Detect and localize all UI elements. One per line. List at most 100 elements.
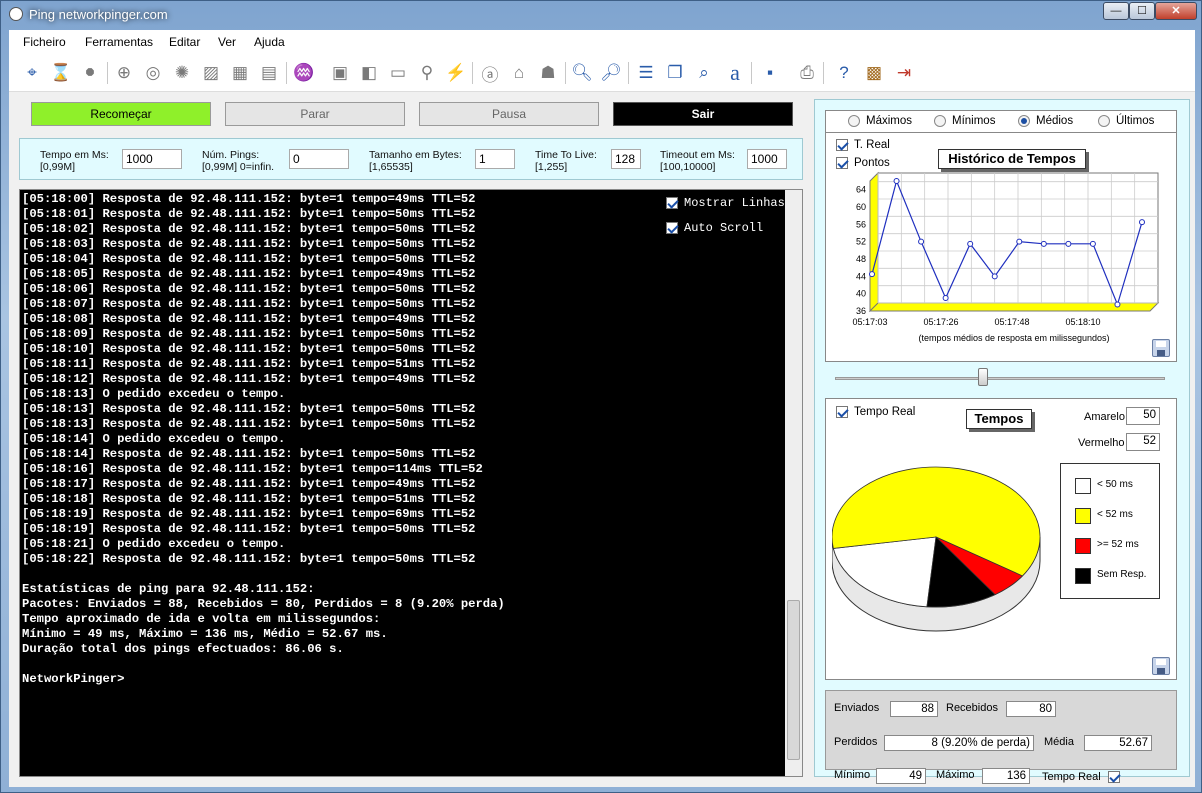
menu-editar[interactable]: Editar — [169, 35, 200, 49]
exit-icon[interactable]: ⇥ — [891, 60, 917, 86]
menu-ajuda[interactable]: Ajuda — [254, 35, 285, 49]
console-line: [05:18:06] Resposta de 92.48.111.152: by… — [22, 282, 476, 296]
aggregation-radios: Máximos Mínimos Médios Últimos — [826, 111, 1176, 133]
save-chart-icon[interactable] — [1152, 339, 1170, 357]
amazon-icon[interactable]: ⓐ — [477, 60, 503, 86]
www-icon[interactable]: ✺ — [169, 60, 195, 86]
camera-icon[interactable]: ◧ — [356, 60, 382, 86]
menu-ferramentas[interactable]: Ferramentas — [85, 35, 153, 49]
radio-minimos[interactable]: Mínimos — [934, 115, 995, 127]
console-line: [05:18:17] Resposta de 92.48.111.152: by… — [22, 477, 476, 491]
pie-legend: < 50 ms < 52 ms >= 52 ms Sem Resp. — [1060, 463, 1160, 599]
points-checkbox[interactable]: Pontos — [836, 157, 890, 169]
amarelo-input[interactable]: 50 — [1126, 407, 1160, 425]
save-icon[interactable]: ▪ — [757, 60, 783, 86]
y-tick-label: 64 — [856, 185, 866, 195]
legend-swatch-white — [1075, 478, 1091, 494]
interval-label: Tempo em Ms: [0,99M] — [40, 149, 109, 173]
title-bar: Ping networkpinger.com — ☐ ✕ — [1, 1, 1201, 29]
help-icon[interactable]: ? — [831, 60, 857, 86]
tempos-pie-chart — [832, 466, 1041, 632]
console-line: [05:18:13] Resposta de 92.48.111.152: by… — [22, 402, 476, 416]
app-window: Ping networkpinger.com — ☐ ✕ Ficheiro Fe… — [0, 0, 1202, 793]
wmi-icon[interactable]: ▤ — [256, 60, 282, 86]
legend-item: >= 52 ms — [1097, 539, 1139, 550]
y-tick-label: 56 — [856, 219, 866, 229]
menu-ver[interactable]: Ver — [218, 35, 236, 49]
copy-icon[interactable]: ❐ — [662, 60, 688, 86]
history-slider[interactable] — [825, 362, 1177, 392]
data-point — [942, 295, 949, 301]
stop-button[interactable]: Parar — [225, 102, 405, 126]
zoom-out-icon[interactable]: 🔎︎ — [598, 60, 624, 86]
data-point — [967, 240, 974, 247]
pause-button[interactable]: Pausa — [419, 102, 599, 126]
minimize-button[interactable]: — — [1103, 2, 1129, 20]
save-pie-icon[interactable] — [1152, 657, 1170, 675]
console-output[interactable]: [05:18:00] Resposta de 92.48.111.152: by… — [19, 189, 803, 777]
data-point — [1065, 240, 1072, 247]
list-icon[interactable]: ☰ — [633, 60, 659, 86]
find-icon[interactable]: ⌕ — [691, 60, 717, 86]
tempo-real-checkbox[interactable]: Tempo Real — [836, 406, 915, 418]
console-line: [05:18:22] Resposta de 92.48.111.152: by… — [22, 552, 476, 566]
close-button[interactable]: ✕ — [1155, 2, 1197, 20]
bank-icon[interactable]: ⌂ — [506, 60, 532, 86]
zoom-in-icon[interactable]: 🔍︎ — [569, 60, 595, 86]
slider-thumb[interactable] — [978, 368, 988, 386]
exit-button[interactable]: Sair — [613, 102, 793, 126]
legend-swatch-black — [1075, 568, 1091, 584]
stop-icon[interactable]: ⯃ — [77, 60, 103, 86]
interval-input[interactable]: 1000 — [122, 149, 182, 169]
minimo-value: 49 — [876, 768, 926, 784]
calendar-icon[interactable]: ▩ — [861, 60, 887, 86]
y-tick-label: 36 — [856, 306, 866, 316]
show-lines-checkbox[interactable]: Mostrar Linhas — [666, 196, 785, 210]
timeout-input[interactable]: 1000 — [747, 149, 787, 169]
grid-icon[interactable]: ▦ — [227, 60, 253, 86]
console-line: [05:18:19] Resposta de 92.48.111.152: by… — [22, 507, 476, 521]
media-label: Média — [1044, 736, 1074, 748]
monitor-image-icon[interactable]: ▨ — [198, 60, 224, 86]
hourglass-icon[interactable]: ⌛ — [48, 60, 74, 86]
console-scrollbar[interactable] — [785, 190, 802, 776]
radio-medios[interactable]: Médios — [1018, 115, 1073, 127]
tempos-chart-title: Tempos — [966, 409, 1032, 429]
pings-count-label: Núm. Pings: [0,99M] 0=infin. — [202, 149, 275, 173]
menu-ficheiro[interactable]: Ficheiro — [23, 35, 66, 49]
x-axis-caption: (tempos médios de resposta em milissegun… — [918, 333, 1109, 343]
maximize-button[interactable]: ☐ — [1129, 2, 1155, 20]
handshake-icon[interactable]: ☗ — [535, 60, 561, 86]
treal-checkbox[interactable]: T. Real — [836, 139, 890, 151]
size-input[interactable]: 1 — [475, 149, 515, 169]
tempo-real-stat-label[interactable]: Tempo Real — [1042, 771, 1126, 784]
network-icon[interactable]: ▣ — [327, 60, 353, 86]
pings-count-input[interactable]: 0 — [289, 149, 349, 169]
ttl-input[interactable]: 128 — [611, 149, 641, 169]
world-icon[interactable]: ♒ — [291, 60, 317, 86]
data-point — [869, 271, 875, 278]
console-line: [05:18:04] Resposta de 92.48.111.152: by… — [22, 252, 476, 266]
display-icon[interactable]: ▭ — [385, 60, 411, 86]
auto-scroll-checkbox[interactable]: Auto Scroll — [666, 221, 763, 235]
x-tick-label: 05:18:10 — [1065, 317, 1100, 327]
ttl-label: Time To Live: [1,255] — [535, 149, 597, 173]
restart-button[interactable]: Recomeçar — [31, 102, 211, 126]
plug-icon[interactable]: ⚡ — [443, 60, 469, 86]
magnifier-globe-icon[interactable]: ◎ — [140, 60, 166, 86]
crosshair-icon[interactable]: ⊕ — [111, 60, 137, 86]
y-tick-label: 44 — [856, 271, 866, 281]
data-point — [893, 178, 900, 184]
console-line: Mínimo = 49 ms, Máximo = 136 ms, Médio =… — [22, 627, 388, 641]
radio-ultimos[interactable]: Últimos — [1098, 115, 1154, 127]
target-icon[interactable]: ⌖ — [19, 60, 45, 86]
scrollbar-thumb[interactable] — [787, 600, 800, 760]
maximo-value: 136 — [982, 768, 1030, 784]
slider-track — [835, 377, 1165, 380]
vermelho-input[interactable]: 52 — [1126, 433, 1160, 451]
font-icon[interactable]: a — [722, 60, 748, 86]
enviados-label: Enviados — [834, 702, 880, 714]
satellite-icon[interactable]: ⚲ — [414, 60, 440, 86]
radio-maximos[interactable]: Máximos — [848, 115, 912, 127]
print-icon[interactable]: ⎙ — [794, 60, 820, 86]
